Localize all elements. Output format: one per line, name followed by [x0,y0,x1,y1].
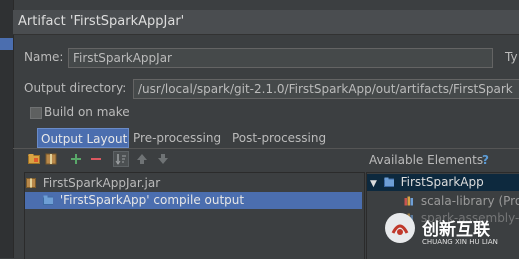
tab-divider [13,148,519,149]
jar-icon [26,178,36,188]
expand-arrow-icon[interactable]: ▼ [370,179,377,189]
name-field[interactable]: FirstSparkAppJar [68,48,493,68]
tree-item-jar[interactable]: FirstSparkAppJar.jar [26,175,160,192]
library-icon [404,196,413,206]
move-up-icon[interactable] [136,153,148,165]
tab-pre-processing[interactable]: Pre-processing [130,128,224,148]
type-label: Ty [505,50,518,64]
tab-post-processing[interactable]: Post-processing [229,128,329,148]
folder-add-icon[interactable] [28,153,41,165]
artifact-title: Artifact 'FirstSparkAppJar' [18,14,185,29]
available-item-scala-library-label: scala-library (Proj [420,194,519,208]
available-item-firstsparkapp-label: FirstSparkApp [400,175,484,189]
left-gutter-selection [0,38,13,50]
available-item-scala-library[interactable]: scala-library (Proj [404,193,519,210]
add-icon[interactable] [70,153,82,165]
tree-item-compile-output-label: 'FirstSparkApp' compile output [59,193,245,207]
module-output-icon [43,195,53,205]
available-elements-header: Available Elements [369,153,484,167]
watermark-brand: 创新互联 [422,220,490,240]
help-icon[interactable]: ? [482,153,489,167]
module-folder-icon [383,177,394,187]
output-directory-label: Output directory: [24,81,127,95]
available-item-firstsparkapp[interactable]: ▼ FirstSparkApp [367,174,519,191]
left-gutter [0,0,14,258]
remove-icon[interactable] [90,153,102,165]
tree-item-compile-output[interactable]: 'FirstSparkApp' compile output [25,192,362,209]
watermark-logo-icon [385,213,415,243]
artifact-title-bar: Artifact 'FirstSparkAppJar' [13,10,519,35]
watermark-pinyin: CHUANG XIN HU LIAN [422,238,498,246]
move-down-icon[interactable] [157,153,169,165]
name-label: Name: [24,50,64,64]
tab-output-layout[interactable]: Output Layout [37,128,129,148]
output-directory-field[interactable]: /usr/local/spark/git-2.1.0/FirstSparkApp… [133,79,519,99]
tree-item-jar-label: FirstSparkAppJar.jar [42,176,161,190]
build-on-make-checkbox[interactable] [30,107,42,119]
build-on-make-label: Build on make [44,105,130,119]
archive-icon[interactable] [45,153,57,165]
sort-icon[interactable] [113,151,129,167]
